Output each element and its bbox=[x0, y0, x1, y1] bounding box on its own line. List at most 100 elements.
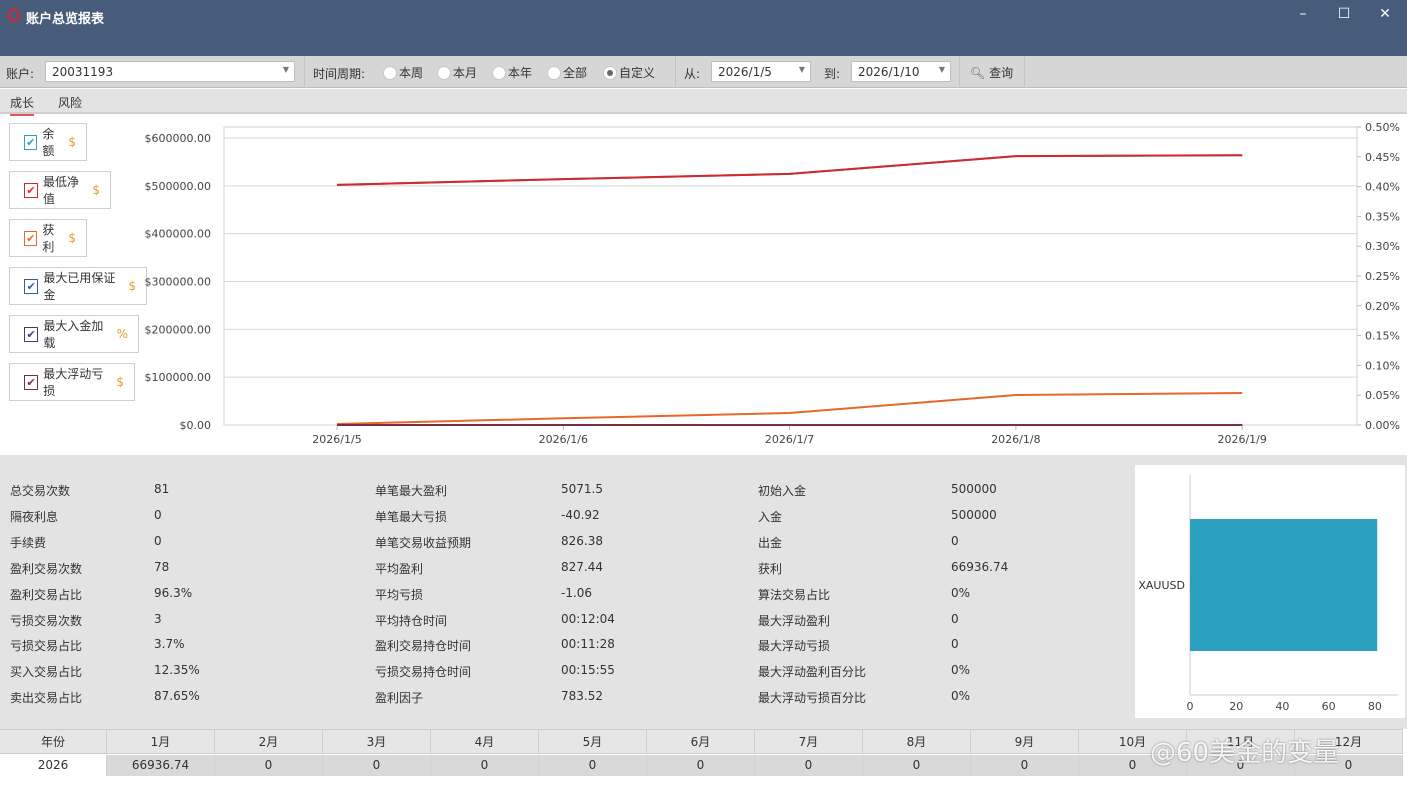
stat-value: -40.92 bbox=[561, 507, 600, 522]
stat-label: 单笔最大亏损 bbox=[375, 509, 448, 524]
from-label: 从: bbox=[684, 67, 701, 81]
title-bar: 账户总览报表 – ☐ ✕ bbox=[0, 0, 1407, 56]
stat-label: 单笔交易收益预期 bbox=[375, 535, 472, 550]
stat-value: 0 bbox=[154, 533, 162, 548]
series-line-1 bbox=[336, 154, 1243, 186]
stat-value: 0 bbox=[951, 611, 959, 626]
query-label: 查询 bbox=[989, 66, 1014, 80]
y2-tick-label: 0.10% bbox=[1365, 359, 1400, 372]
account-value: 20031193 bbox=[52, 65, 114, 79]
x-tick-label: 80 bbox=[1368, 700, 1382, 713]
x-tick-label: 2026/1/9 bbox=[1217, 433, 1266, 446]
year-cell: 2026 bbox=[0, 755, 107, 776]
stat-value: 500000 bbox=[951, 507, 997, 522]
y2-tick-label: 0.15% bbox=[1365, 330, 1400, 343]
period-radio[interactable]: 全部 bbox=[547, 64, 587, 81]
x-tick-label: 2026/1/7 bbox=[765, 433, 814, 446]
stat-value: 3 bbox=[154, 611, 162, 626]
growth-line-chart: $0.00 $100000.00 $200000.00 $300000.00 $4000… bbox=[145, 121, 1400, 446]
stat-label: 总交易次数 bbox=[10, 484, 71, 498]
stat-label: 平均亏损 bbox=[375, 587, 424, 602]
x-tick-label: 2026/1/6 bbox=[539, 433, 588, 446]
period-radio[interactable]: 本月 bbox=[437, 64, 477, 81]
radio-circle-icon bbox=[492, 65, 506, 80]
stat-value: 78 bbox=[154, 559, 170, 574]
stat-value: 00:15:55 bbox=[561, 663, 615, 678]
y2-tick-label: 0.00% bbox=[1365, 419, 1400, 432]
search-icon: 🔍︎ bbox=[970, 66, 986, 80]
month-value: 0 bbox=[971, 755, 1079, 776]
plot-frame bbox=[223, 126, 1358, 426]
month-header: 2月 bbox=[215, 729, 323, 754]
stat-label: 盈利交易次数 bbox=[10, 561, 83, 576]
y-tick-label: $500000.00 bbox=[145, 180, 211, 193]
stat-value: 81 bbox=[154, 482, 170, 496]
year-header: 年份 bbox=[0, 729, 107, 754]
month-value: 0 bbox=[539, 755, 647, 776]
stat-label: 亏损交易占比 bbox=[10, 639, 83, 654]
stat-label: 最大浮动亏损百分比 bbox=[758, 691, 867, 706]
minimize-button[interactable]: – bbox=[1291, 6, 1315, 26]
close-button[interactable]: ✕ bbox=[1373, 6, 1397, 26]
stat-label: 获利 bbox=[758, 561, 783, 576]
tab-risk[interactable]: 风险 bbox=[58, 94, 82, 111]
stat-value: 0 bbox=[951, 637, 959, 652]
app-logo-icon bbox=[8, 8, 20, 22]
y2-tick-label: 0.05% bbox=[1365, 389, 1400, 402]
to-date-picker[interactable]: 2026/1/10 ▼ bbox=[851, 61, 951, 82]
divider bbox=[959, 56, 960, 88]
y2-tick-label: 0.45% bbox=[1365, 151, 1400, 164]
account-select[interactable]: 20031193 ▼ bbox=[45, 61, 295, 82]
tab-growth[interactable]: 成长 bbox=[10, 94, 35, 116]
divider bbox=[304, 56, 305, 88]
maximize-button[interactable]: ☐ bbox=[1332, 6, 1356, 26]
growth-chart-panel: ✔ 余额 $ ✔ 最低净值 $ ✔ 获利 $ ✔ 最大已用保证金 $ ✔ 最大入金加载% ✔ 最大浮动亏损 $ … bbox=[0, 116, 1407, 454]
y2-tick-label: 0.35% bbox=[1365, 210, 1400, 223]
period-radio[interactable]: 本周 bbox=[383, 64, 423, 81]
stat-value: 783.52 bbox=[561, 689, 603, 704]
stat-label: 亏损交易次数 bbox=[10, 613, 83, 628]
stat-label: 手续费 bbox=[10, 535, 47, 550]
month-value: 0 bbox=[215, 755, 323, 776]
stat-value: 00:12:04 bbox=[561, 611, 615, 626]
stat-label: 最大浮动亏损 bbox=[758, 639, 831, 654]
from-date-value: 2026/1/5 bbox=[718, 65, 772, 79]
stat-label: 买入交易占比 bbox=[10, 665, 83, 680]
chevron-down-icon: ▼ bbox=[798, 65, 805, 74]
month-header: 1月 bbox=[107, 729, 215, 754]
month-header: 5月 bbox=[539, 729, 647, 754]
stat-value: 0 bbox=[951, 533, 959, 548]
divider bbox=[675, 56, 676, 88]
divider bbox=[1024, 56, 1025, 88]
period-label: 时间周期: bbox=[313, 67, 366, 81]
x-tick-label: 0 bbox=[1187, 700, 1194, 713]
category-label: XAUUSD bbox=[1138, 579, 1185, 592]
stat-value: 827.44 bbox=[561, 559, 603, 574]
query-button[interactable]: 🔍︎ 查询 bbox=[970, 64, 1013, 81]
stat-label: 平均持仓时间 bbox=[375, 613, 448, 628]
toolbar: 账户: 20031193 ▼ 时间周期: 本周 本月 本年 全部 自定义 从: 2026/… bbox=[0, 56, 1407, 88]
tab-bar: 成长 风险 bbox=[0, 89, 1407, 116]
from-date-picker[interactable]: 2026/1/5 ▼ bbox=[711, 61, 811, 82]
stat-value: 3.7% bbox=[154, 637, 185, 652]
stat-value: -1.06 bbox=[561, 585, 593, 600]
y2-tick-label: 0.40% bbox=[1365, 181, 1400, 194]
stat-label: 最大浮动盈利 bbox=[758, 613, 831, 628]
series-line-0 bbox=[336, 154, 1243, 186]
month-header: 8月 bbox=[863, 729, 971, 754]
month-value: 0 bbox=[323, 755, 431, 776]
radio-circle-icon bbox=[603, 65, 617, 80]
period-radio[interactable]: 自定义 bbox=[603, 64, 655, 81]
month-value: 0 bbox=[431, 755, 539, 776]
symbol-bar-chart-panel: XAUUSD 0 20 40 60 80 bbox=[1135, 465, 1405, 718]
month-header: 4月 bbox=[431, 729, 539, 754]
stat-label: 亏损交易持仓时间 bbox=[375, 665, 472, 680]
account-label: 账户: bbox=[6, 67, 35, 81]
period-radio[interactable]: 本年 bbox=[492, 64, 532, 81]
stat-value: 500000 bbox=[951, 482, 997, 496]
stat-label: 盈利交易持仓时间 bbox=[375, 639, 472, 654]
stat-label: 出金 bbox=[758, 535, 783, 550]
stat-label: 单笔最大盈利 bbox=[375, 484, 448, 498]
stat-label: 平均盈利 bbox=[375, 561, 424, 576]
stat-value: 66936.74 bbox=[951, 559, 1009, 574]
